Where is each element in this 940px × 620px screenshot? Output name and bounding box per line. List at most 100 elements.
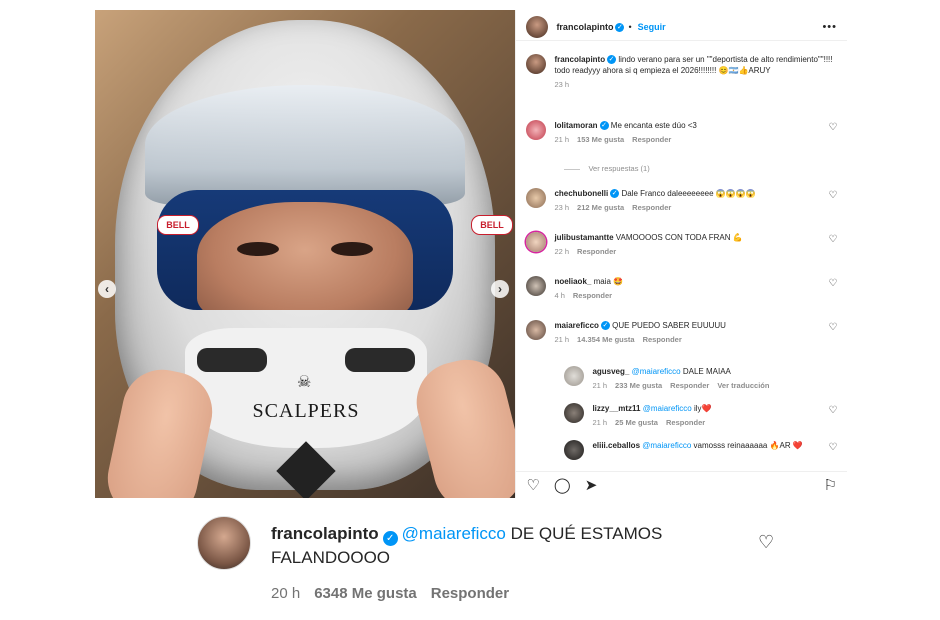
reply-username[interactable]: eliii.ceballos (592, 441, 640, 450)
post-photo[interactable]: BELL BELL ☠ SCALPERS ‹ › (95, 10, 516, 498)
heart-icon[interactable]: ♡ (828, 122, 837, 133)
caption-username[interactable]: francolapinto (554, 55, 605, 64)
avatar[interactable] (564, 440, 585, 460)
heart-icon[interactable]: ♡ (828, 442, 837, 453)
comment-row: chechubonelli ✓ Dale Franco daleeeeeeee 😱… (526, 188, 837, 213)
reply-row: eliii.ceballos @maiareficco vamosss rein… (564, 440, 837, 460)
reply-mention[interactable]: @maiareficco (632, 367, 681, 376)
helmet-chin: ☠ SCALPERS (185, 328, 427, 448)
reply-button[interactable]: Responder (573, 291, 612, 300)
comment-username[interactable]: maiareficco (554, 321, 598, 330)
comment-time: 21 h (554, 335, 570, 344)
follow-button[interactable]: Seguir (638, 22, 666, 32)
comment-icon[interactable]: ◯ (554, 476, 571, 494)
zoomed-time: 20 h (271, 585, 301, 602)
send-icon[interactable]: ➤ (585, 476, 598, 494)
post-sidebar: francolapinto ✓ • Seguir ••• francolapin… (515, 10, 847, 498)
chin-vent-right (345, 348, 415, 372)
post-actions-bar: ♡ ◯ ➤ ⚐ (516, 471, 847, 498)
comment-likes[interactable]: 14.354 Me gusta (577, 335, 635, 344)
comment-text: VAMOOOOS CON TODA FRAN 💪 (615, 233, 743, 242)
instagram-post: BELL BELL ☠ SCALPERS ‹ › francolapinto ✓… (95, 10, 847, 498)
sponsor-label: SCALPERS (252, 400, 360, 422)
helmet-badge-right: BELL (471, 215, 513, 235)
comment-row: maiareficco ✓ QUE PUEDO SABER EUUUUU 21 h… (526, 320, 837, 345)
heart-icon[interactable]: ♡ (828, 322, 837, 333)
comment-text: QUE PUEDO SABER EUUUUU (612, 321, 726, 330)
dot-separator: • (628, 22, 632, 32)
zoomed-mention[interactable]: @maiareficco (402, 524, 506, 543)
reply-likes[interactable]: 233 Me gusta (615, 381, 662, 390)
reply-username[interactable]: lizzy__mtz11 (592, 404, 640, 413)
reply-text: vamosss reinaaaaaa 🔥AR ❤️ (693, 441, 803, 450)
comment-username[interactable]: lolitamoran (554, 121, 597, 130)
comment-time: 21 h (554, 135, 570, 144)
heart-icon[interactable]: ♡ (526, 476, 539, 494)
comment-time: 23 h (554, 203, 570, 212)
reply-likes[interactable]: 25 Me gusta (615, 418, 658, 427)
chevron-right-icon[interactable]: › (491, 280, 509, 298)
zoomed-likes[interactable]: 6348 Me gusta (314, 585, 417, 602)
avatar[interactable] (526, 276, 547, 296)
comment-time: 4 h (554, 291, 565, 300)
bookmark-icon[interactable]: ⚐ (824, 476, 837, 494)
comment-text: Me encanta este dúo <3 (610, 121, 697, 130)
chevron-left-icon[interactable]: ‹ (98, 280, 116, 298)
reply-username[interactable]: agusveg_ (592, 367, 629, 376)
heart-icon[interactable]: ♡ (828, 278, 837, 289)
avatar[interactable] (564, 366, 585, 386)
reply-time: 21 h (592, 381, 608, 390)
comment-username[interactable]: julibustamantte (554, 233, 613, 242)
translate-link[interactable]: Ver traducción (717, 381, 769, 390)
heart-icon[interactable]: ♡ (758, 532, 774, 553)
comment-text: Dale Franco daleeeeeeee 😱😱😱😱 (621, 189, 756, 198)
helmet-eyeport (157, 190, 453, 310)
avatar[interactable] (526, 320, 547, 340)
face-graphic (197, 202, 413, 310)
reply-mention[interactable]: @maiareficco (642, 441, 691, 450)
comment-likes[interactable]: 212 Me gusta (577, 203, 624, 212)
zoomed-reply-button[interactable]: Responder (431, 585, 509, 602)
avatar[interactable] (526, 16, 549, 38)
verified-icon: ✓ (610, 189, 620, 199)
chin-vent-left (197, 348, 267, 372)
left-eye (237, 242, 279, 256)
reply-row: agusveg_ @maiareficco DALE MAIAA 21 h 233… (564, 366, 837, 391)
avatar[interactable] (526, 120, 547, 140)
reply-button[interactable]: Responder (643, 335, 682, 344)
avatar[interactable] (526, 232, 547, 252)
heart-icon[interactable]: ♡ (828, 234, 837, 245)
reply-mention[interactable]: @maiareficco (643, 404, 692, 413)
comment-username[interactable]: chechubonelli (554, 189, 608, 198)
avatar[interactable] (526, 54, 547, 74)
avatar[interactable] (564, 403, 585, 423)
reply-row: lizzy__mtz11 @maiareficco ily❤️ 21 h 25 M… (564, 403, 837, 428)
comment-likes[interactable]: 153 Me gusta (577, 135, 624, 144)
avatar[interactable] (197, 516, 251, 570)
verified-icon: ✓ (599, 121, 609, 131)
heart-icon[interactable]: ♡ (828, 405, 837, 416)
zoomed-username[interactable]: francolapinto (271, 524, 379, 543)
reply-button[interactable]: Responder (670, 381, 709, 390)
reply-text: DALE MAIAA (682, 367, 731, 376)
reply-button[interactable]: Responder (632, 135, 671, 144)
comment-username[interactable]: noeliaok_ (554, 277, 591, 286)
view-replies-link[interactable]: Ver respuestas (1) (564, 164, 649, 173)
helmet-badge-left: BELL (157, 215, 199, 235)
comment-row: noeliaok_ maia 🤩 4 h Responder ♡ (526, 276, 837, 301)
avatar[interactable] (526, 188, 547, 208)
caption-time: 23 h (554, 80, 570, 89)
comments-list[interactable]: francolapinto ✓ lindo verano para ser un … (516, 48, 847, 466)
header-username[interactable]: francolapinto (556, 22, 613, 32)
verified-icon: ✓ (382, 531, 398, 546)
skull-icon: ☠ (297, 374, 312, 391)
zoomed-comment-text-block: francolapinto ✓ @maiareficco DE QUÉ ESTAMO… (271, 522, 711, 569)
verified-icon: ✓ (607, 55, 617, 65)
reply-time: 21 h (592, 418, 608, 427)
reply-button[interactable]: Responder (577, 247, 616, 256)
more-horizontal-icon[interactable]: ••• (822, 21, 837, 33)
heart-icon[interactable]: ♡ (828, 190, 837, 201)
reply-button[interactable]: Responder (632, 203, 671, 212)
zoomed-comment: francolapinto ✓ @maiareficco DE QUÉ ESTAMO… (197, 514, 797, 609)
reply-button[interactable]: Responder (666, 418, 705, 427)
